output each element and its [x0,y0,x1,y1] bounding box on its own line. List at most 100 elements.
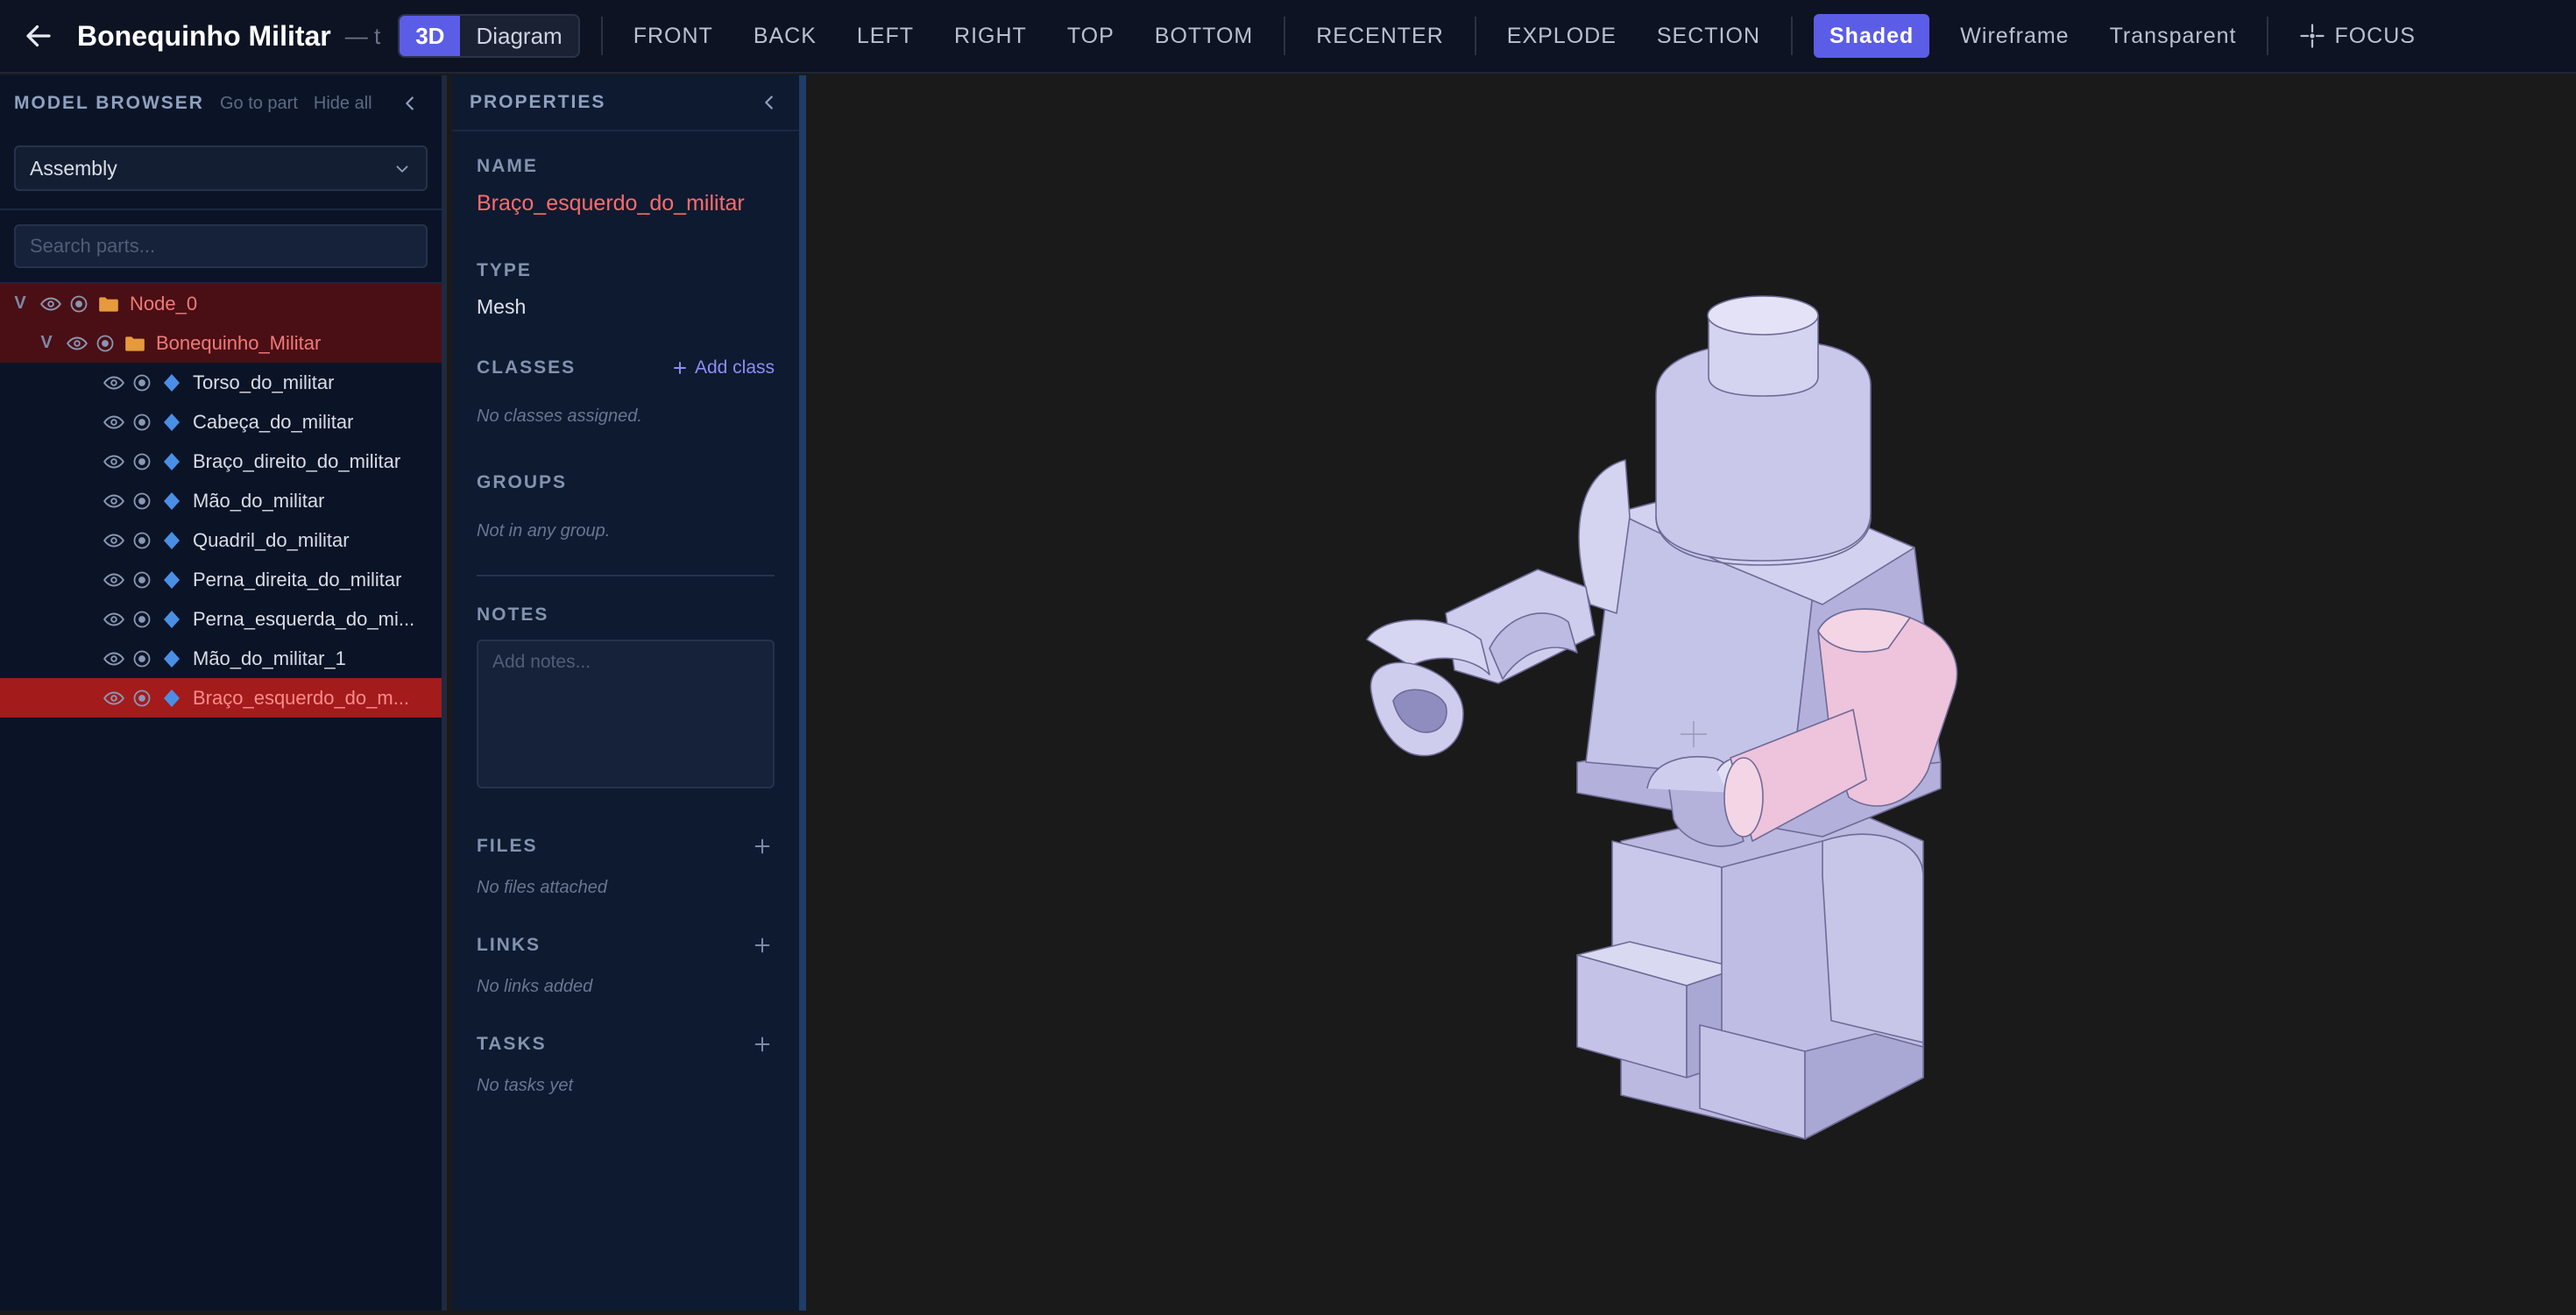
view-back-button[interactable]: BACK [733,14,837,58]
mesh-icon [159,489,184,513]
3d-viewport[interactable] [813,75,2576,1311]
eye-icon[interactable] [102,489,126,513]
minifigure-model [1366,295,1958,1140]
view-right-button[interactable]: RIGHT [934,14,1047,58]
links-label: LINKS [477,935,541,955]
files-label: FILES [477,836,538,856]
chevron-left-icon [406,96,414,110]
view-mode-toggle: 3D Diagram [398,14,580,58]
mesh-icon [159,647,184,671]
mode-3d-button[interactable]: 3D [400,16,461,56]
tree-folder-row[interactable]: V Bonequinho_Militar [0,323,442,363]
isolate-icon[interactable] [130,489,154,513]
tree-part-row[interactable]: Braço_esquerdo_do_m... [0,678,442,718]
model-browser-header: MODEL BROWSER Go to part Hide all [0,75,442,131]
hide-all-link[interactable]: Hide all [314,94,372,114]
tree-part-row[interactable]: Perna_direita_do_militar [0,560,442,599]
isolate-icon[interactable] [130,607,154,632]
view-top-button[interactable]: TOP [1047,14,1135,58]
view-front-button[interactable]: FRONT [613,14,733,58]
tree-part-row[interactable]: Perna_esquerda_do_mi... [0,599,442,639]
plus-icon [673,362,686,374]
files-empty: No files attached [477,878,607,897]
tree-part-row[interactable]: Torso_do_militar [0,363,442,402]
explode-button[interactable]: EXPLODE [1487,14,1637,58]
tree-part-row[interactable]: Mão_do_militar_1 [0,639,442,678]
isolate-icon[interactable] [130,647,154,671]
eye-icon[interactable] [102,647,126,671]
render-transparent-button[interactable]: Transparent [2090,14,2257,58]
parts-tree: V Node_0 V Bonequinho_Militar Torso_do_milit… [0,282,442,718]
tree-part-row[interactable]: Quadril_do_militar [0,520,442,560]
tree-part-row[interactable]: Mão_do_militar [0,481,442,520]
add-task-button[interactable] [750,1032,775,1057]
eye-icon[interactable] [102,410,126,435]
eye-icon[interactable] [65,331,89,356]
recenter-button[interactable]: RECENTER [1296,14,1464,58]
go-to-part-link[interactable]: Go to part [220,94,298,114]
view-left-button[interactable]: LEFT [837,14,934,58]
isolate-icon[interactable] [130,449,154,474]
back-button[interactable] [19,17,58,55]
search-input[interactable] [30,235,426,258]
tasks-empty: No tasks yet [477,1076,574,1095]
view-bottom-button[interactable]: BOTTOM [1135,14,1273,58]
links-empty: No links added [477,977,593,996]
eye-icon[interactable] [39,292,63,316]
section-button[interactable]: SECTION [1637,14,1780,58]
tree-part-row[interactable]: Braço_direito_do_militar [0,442,442,481]
expand-toggle[interactable]: V [39,333,54,353]
isolate-icon[interactable] [93,331,117,356]
tree-item-label: Node_0 [130,292,198,315]
render-shaded-button[interactable]: Shaded [1814,14,1930,58]
isolate-icon[interactable] [130,371,154,395]
part-type-value: Mesh [477,295,527,318]
mode-diagram-button[interactable]: Diagram [460,16,578,56]
add-file-button[interactable] [750,834,775,859]
plus-icon [754,937,770,953]
tree-part-row[interactable]: Cabeça_do_militar [0,402,442,442]
eye-icon[interactable] [102,528,126,553]
properties-header: PROPERTIES [452,75,799,131]
eye-icon[interactable] [102,686,126,711]
isolate-icon[interactable] [130,528,154,553]
eye-icon[interactable] [102,607,126,632]
eye-icon[interactable] [102,449,126,474]
model-browser-panel: MODEL BROWSER Go to part Hide all Assemb… [0,75,447,1311]
notes-box [477,640,775,788]
focus-button[interactable]: FOCUS [2279,14,2436,58]
render-wireframe-button[interactable]: Wireframe [1940,14,2089,58]
tasks-label: TASKS [477,1034,547,1054]
tree-item-label: Braço_direito_do_militar [193,449,401,472]
mesh-icon [159,528,184,553]
tree-item-label: Braço_esquerdo_do_m... [193,686,410,709]
crosshair-icon [2300,24,2325,48]
eye-icon[interactable] [102,568,126,592]
mesh-icon [159,607,184,632]
assembly-select[interactable]: Assembly [14,145,428,191]
collapse-properties-button[interactable] [757,90,782,115]
isolate-icon[interactable] [130,568,154,592]
folder-icon [96,292,121,316]
isolate-icon[interactable] [130,410,154,435]
search-parts [14,224,428,268]
mesh-icon [159,568,184,592]
isolate-icon[interactable] [67,292,91,316]
type-label: TYPE [477,260,532,280]
add-class-button[interactable]: Add class [672,357,775,378]
mesh-icon [159,410,184,435]
plus-icon [754,1036,770,1052]
notes-textarea[interactable] [492,652,759,776]
chevron-down-icon [396,166,408,173]
isolate-icon[interactable] [130,686,154,711]
eye-icon[interactable] [102,371,126,395]
toolbar-divider [1474,17,1476,55]
page-title: Bonequinho Militar [77,19,331,52]
collapse-browser-button[interactable] [398,91,422,116]
expand-toggle[interactable]: V [12,293,28,314]
add-link-button[interactable] [750,933,775,958]
toolbar-divider [1284,17,1286,55]
notes-label: NOTES [477,604,549,625]
tree-folder-row[interactable]: V Node_0 [0,284,442,323]
classes-label: CLASSES [477,357,577,378]
